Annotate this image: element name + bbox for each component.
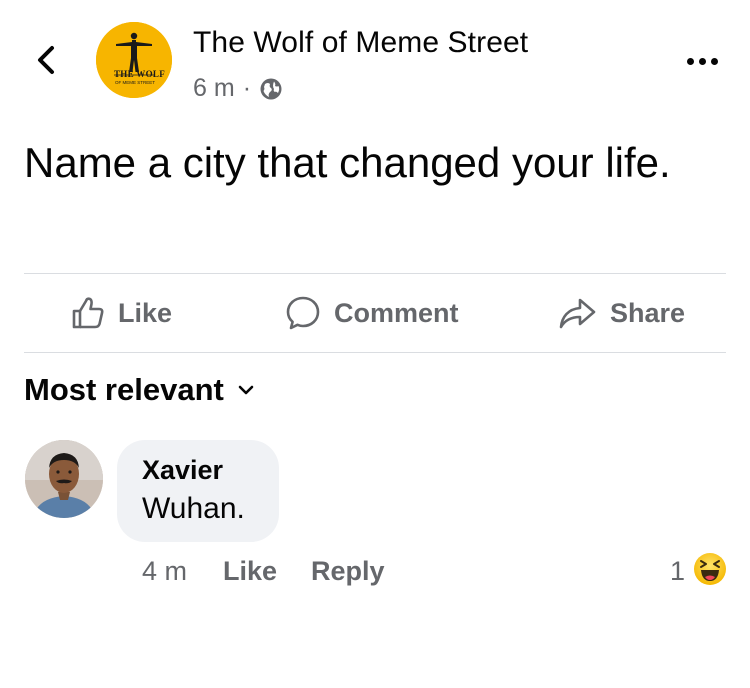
comment-author[interactable]: Xavier xyxy=(142,455,223,486)
comment-like-button[interactable]: Like xyxy=(223,556,277,587)
reaction-count[interactable]: 1 xyxy=(670,556,685,587)
like-label: Like xyxy=(118,297,173,328)
comment-bubble-icon xyxy=(286,296,320,330)
meta-separator: · xyxy=(242,74,252,102)
comment-button[interactable]: Comment xyxy=(284,294,459,332)
comment-label: Comment xyxy=(334,297,459,328)
post-text: Name a city that changed your life. xyxy=(24,139,671,186)
page-name[interactable]: The Wolf of Meme Street xyxy=(193,26,528,60)
post-actions-bar: Like Comment Share xyxy=(24,274,726,352)
sort-label: Most relevant xyxy=(24,372,224,407)
like-button[interactable]: Like xyxy=(70,295,172,331)
dot xyxy=(686,57,694,65)
share-label: Share xyxy=(610,297,686,328)
share-button[interactable]: Share xyxy=(558,296,685,330)
thumbs-up-icon xyxy=(72,297,104,329)
back-button[interactable] xyxy=(30,42,62,78)
dot xyxy=(698,57,706,65)
comment-text: Wuhan. xyxy=(142,492,245,525)
chevron-down-icon xyxy=(238,385,254,395)
more-options-button[interactable] xyxy=(682,46,722,76)
post-meta: 6 m · xyxy=(193,74,283,103)
globe-icon xyxy=(260,78,282,99)
comment-time: 4 m xyxy=(142,556,188,586)
chevron-left-icon xyxy=(38,46,54,74)
comments-sort-dropdown[interactable]: Most relevant xyxy=(24,372,254,408)
commenter-avatar[interactable] xyxy=(25,440,103,518)
wolf-logo xyxy=(96,22,172,98)
share-arrow-icon xyxy=(559,298,596,329)
person-photo xyxy=(25,440,103,518)
logo-subtext: OF MEME STREET xyxy=(115,80,156,85)
post-time: 6 m xyxy=(193,74,235,102)
comment-reply-button[interactable]: Reply xyxy=(311,556,385,587)
dot xyxy=(710,57,718,65)
page-avatar[interactable]: THE WOLF OF MEME STREET xyxy=(96,22,172,98)
divider-bottom xyxy=(24,352,726,353)
haha-emoji-icon[interactable] xyxy=(693,552,727,586)
logo-text: THE WOLF xyxy=(114,69,165,79)
